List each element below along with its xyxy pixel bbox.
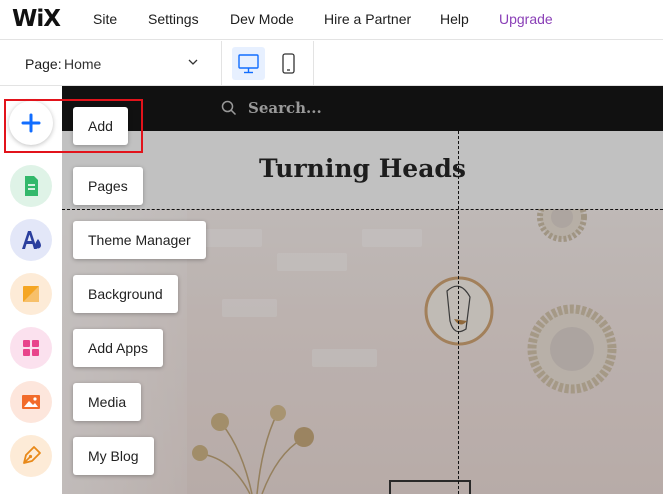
menu-upgrade[interactable]: Upgrade	[499, 11, 553, 27]
apps-icon	[23, 340, 39, 356]
theme-icon	[22, 231, 41, 249]
media-button[interactable]	[10, 381, 52, 423]
media-icon	[22, 395, 40, 409]
page-value: Home	[64, 56, 102, 72]
pages-icon	[25, 176, 38, 196]
vertical-guide-line	[458, 86, 459, 494]
background-icon	[23, 286, 39, 302]
background-button[interactable]	[10, 273, 52, 315]
label-pages[interactable]: Pages	[73, 167, 143, 205]
mobile-view-button[interactable]	[272, 47, 305, 80]
pages-button[interactable]	[10, 165, 52, 207]
page-prefix: Page:	[25, 56, 62, 72]
highlight-box	[4, 99, 143, 153]
pagebar-divider	[313, 41, 314, 86]
add-apps-button[interactable]	[10, 327, 52, 369]
label-background[interactable]: Background	[73, 275, 178, 313]
top-bar: WiX Site Settings Dev Mode Hire a Partne…	[0, 0, 663, 40]
label-media[interactable]: Media	[73, 383, 142, 421]
menu-settings[interactable]: Settings	[148, 11, 199, 27]
page-selector[interactable]: Page: Home	[0, 41, 222, 86]
theme-manager-button[interactable]	[10, 219, 52, 261]
menu-help[interactable]: Help	[440, 11, 469, 27]
wix-logo[interactable]: WiX	[12, 6, 61, 32]
label-add-apps[interactable]: Add Apps	[73, 329, 163, 367]
horizontal-guide-line	[62, 209, 663, 210]
desktop-view-button[interactable]	[232, 47, 265, 80]
chevron-down-icon	[188, 59, 198, 65]
page-bar: Page: Home	[0, 41, 663, 86]
menu-dev-mode[interactable]: Dev Mode	[230, 11, 294, 27]
mobile-icon	[282, 53, 295, 74]
desktop-icon	[238, 54, 259, 74]
menu-site[interactable]: Site	[93, 11, 117, 27]
blog-icon	[23, 446, 41, 464]
menu-hire-a-partner[interactable]: Hire a Partner	[324, 11, 411, 27]
label-my-blog[interactable]: My Blog	[73, 437, 154, 475]
my-blog-button[interactable]	[10, 435, 52, 477]
label-theme-manager[interactable]: Theme Manager	[73, 221, 206, 259]
